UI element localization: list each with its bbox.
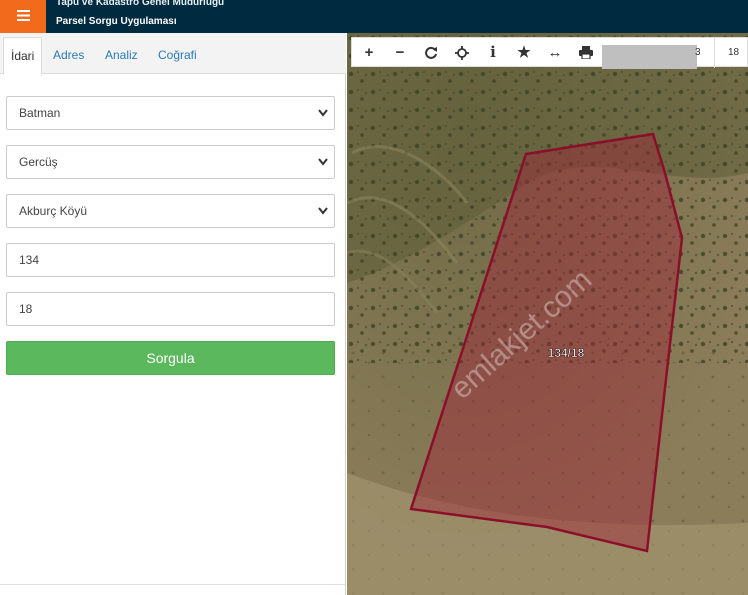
chevron-down-icon (318, 97, 328, 142)
tab-cografi[interactable]: Coğrafi (158, 37, 197, 74)
app-title-line1: Tapu ve Kadastro Genel Müdürlüğü (56, 0, 225, 8)
star-icon: ★ (517, 44, 531, 61)
il-select-value: Batman (19, 106, 61, 120)
tab-bar: İdari Adres Analiz Coğrafi (0, 33, 346, 75)
query-sidebar: İdari Adres Analiz Coğrafi Batman Gercüş… (0, 33, 346, 595)
parsel-input[interactable]: 18 (6, 292, 335, 326)
ada-input[interactable]: 134 (6, 243, 335, 277)
sidebar-divider (0, 584, 346, 585)
ada-input-value: 134 (19, 253, 40, 267)
chevron-down-icon (318, 146, 328, 191)
tab-analiz[interactable]: Analiz (105, 37, 138, 74)
mahalle-select[interactable]: Akburç Köyü (6, 194, 335, 228)
minus-icon: − (395, 44, 405, 61)
info-button[interactable]: i (478, 38, 508, 68)
app-title-line2: Parsel Sorgu Uygulaması (56, 16, 177, 27)
chevron-down-icon (318, 195, 328, 240)
map-view[interactable]: emlakjet.com 134/18 + − i ★ ↔ 3 18 (347, 33, 748, 595)
zoom-level: 18 (728, 47, 740, 58)
mahalle-select-value: Akburç Köyü (19, 204, 88, 218)
measure-button[interactable]: ↔ (540, 38, 570, 68)
refresh-icon (424, 46, 438, 64)
sorgula-button[interactable]: Sorgula (6, 341, 335, 375)
app-title: Tapu ve Kadastro Genel Müdürlüğü Parsel … (56, 0, 224, 28)
crosshair-icon (455, 46, 469, 64)
menu-button[interactable] (0, 0, 46, 33)
parcel-label: 134/18 (548, 346, 585, 360)
measure-arrows-icon: ↔ (547, 44, 563, 61)
ilce-select[interactable]: Gercüş (6, 145, 335, 179)
top-bar: Tapu ve Kadastro Genel Müdürlüğü Parsel … (0, 0, 748, 33)
zoom-out-button[interactable]: − (385, 38, 415, 68)
map-toolbar: + − i ★ ↔ 3 18 (351, 37, 748, 69)
ilce-select-value: Gercüş (19, 155, 58, 169)
tab-adres[interactable]: Adres (53, 37, 84, 74)
refresh-button[interactable] (416, 38, 446, 68)
favorite-button[interactable]: ★ (509, 38, 539, 68)
info-icon: i (490, 43, 496, 61)
scale-fragment: 3 (695, 47, 701, 58)
satellite-imagery: emlakjet.com 134/18 (347, 33, 748, 595)
print-button[interactable] (571, 38, 601, 68)
locate-button[interactable] (447, 38, 477, 68)
toolbar-divider (714, 38, 715, 68)
zoom-in-button[interactable]: + (354, 38, 384, 68)
plus-icon: + (364, 44, 374, 61)
redacted-scale-bar (602, 45, 697, 69)
tab-idari[interactable]: İdari (3, 37, 43, 75)
parsel-input-value: 18 (19, 302, 33, 316)
printer-icon (579, 46, 593, 63)
il-select[interactable]: Batman (6, 96, 335, 130)
hamburger-icon (16, 8, 30, 26)
